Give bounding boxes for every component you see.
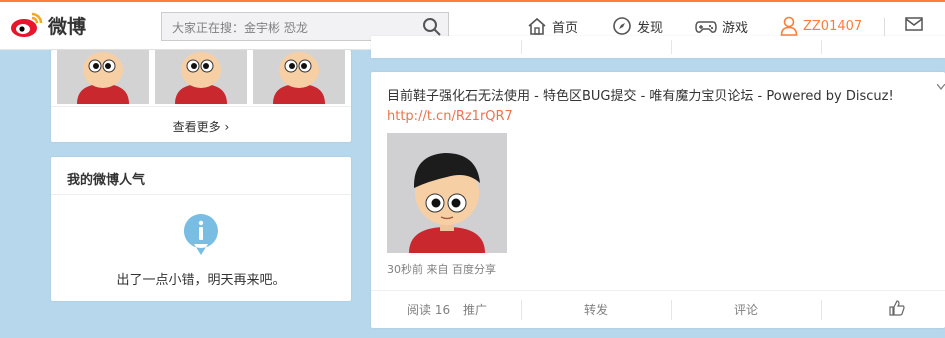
home-icon xyxy=(528,17,546,35)
feed-card: 目前鞋子强化石无法使用 - 特色区BUG提交 - 唯有魔力宝贝论坛 - Powe… xyxy=(371,72,945,328)
read-label: 阅读 xyxy=(407,303,432,317)
brand-name: 微博 xyxy=(48,15,87,38)
nav-discover[interactable]: 发现 xyxy=(612,16,663,36)
compass-icon xyxy=(613,17,631,35)
search-placeholder: 大家正在搜：金宇彬 恐龙 xyxy=(172,21,308,35)
gamepad-icon xyxy=(695,21,717,33)
user-icon xyxy=(780,16,798,36)
promote-button[interactable]: 推广 xyxy=(463,301,487,318)
nav-games[interactable]: 游戏 xyxy=(695,16,748,36)
feed-meta: 30秒前 来自 百度分享 xyxy=(387,263,496,276)
feed-image[interactable] xyxy=(387,133,507,253)
nav-divider xyxy=(884,18,885,36)
weibo-logo[interactable]: 微博 xyxy=(10,11,86,39)
action-divider xyxy=(671,300,672,320)
like-icon[interactable] xyxy=(889,300,905,316)
feed-short-link[interactable]: http://t.cn/Rz1rQR7 xyxy=(387,109,513,124)
cartoon-avatar-icon xyxy=(273,52,325,104)
chevron-right-icon: › xyxy=(224,120,230,134)
read-count: 阅读 16 xyxy=(407,301,450,318)
nav-user-label: ZZ01407 xyxy=(803,18,863,34)
cartoon-avatar-icon xyxy=(77,52,129,104)
cartoon-avatar-icon xyxy=(409,153,485,253)
nav-discover-label: 发现 xyxy=(637,20,664,36)
nav-games-label: 游戏 xyxy=(722,20,749,36)
comment-button[interactable]: 评论 xyxy=(734,301,758,318)
nav-home[interactable]: 首页 xyxy=(527,16,578,36)
cartoon-avatar-icon xyxy=(175,52,227,104)
card-divider xyxy=(51,194,351,195)
card-divider xyxy=(51,106,351,107)
popularity-card: 我的微博人气 出了一点小错，明天再来吧。 xyxy=(51,157,351,301)
avatar-thumbnail[interactable] xyxy=(155,50,247,104)
chevron-down-icon[interactable] xyxy=(937,84,945,90)
recommend-card: 查看更多 › xyxy=(51,50,351,142)
read-number: 16 xyxy=(434,303,451,317)
previous-feed-card xyxy=(371,36,945,58)
action-divider xyxy=(521,40,522,54)
action-divider xyxy=(671,40,672,54)
avatar-thumbnail[interactable] xyxy=(57,50,149,104)
feed-post-title: 目前鞋子强化石无法使用 - 特色区BUG提交 - 唯有魔力宝贝论坛 - Powe… xyxy=(387,89,894,104)
mail-icon xyxy=(905,17,923,31)
action-divider xyxy=(821,300,822,320)
popularity-title: 我的微博人气 xyxy=(67,173,146,188)
nav-user[interactable]: ZZ01407 xyxy=(780,16,862,36)
avatar-thumbnail[interactable] xyxy=(253,50,345,104)
nav-messages[interactable] xyxy=(905,16,923,32)
weibo-logo-icon xyxy=(11,12,43,37)
nav-home-label: 首页 xyxy=(552,20,579,36)
feed-actions: 阅读 16 推广 转发 评论 xyxy=(371,290,945,328)
see-more-label: 查看更多 xyxy=(172,120,221,134)
popularity-error-message: 出了一点小错，明天再来吧。 xyxy=(116,273,286,288)
see-more-link[interactable]: 查看更多 › xyxy=(51,118,351,135)
forward-button[interactable]: 转发 xyxy=(584,301,608,318)
action-divider xyxy=(821,40,822,54)
action-divider xyxy=(521,300,522,320)
search-icon[interactable] xyxy=(422,17,442,37)
info-icon xyxy=(183,214,218,255)
